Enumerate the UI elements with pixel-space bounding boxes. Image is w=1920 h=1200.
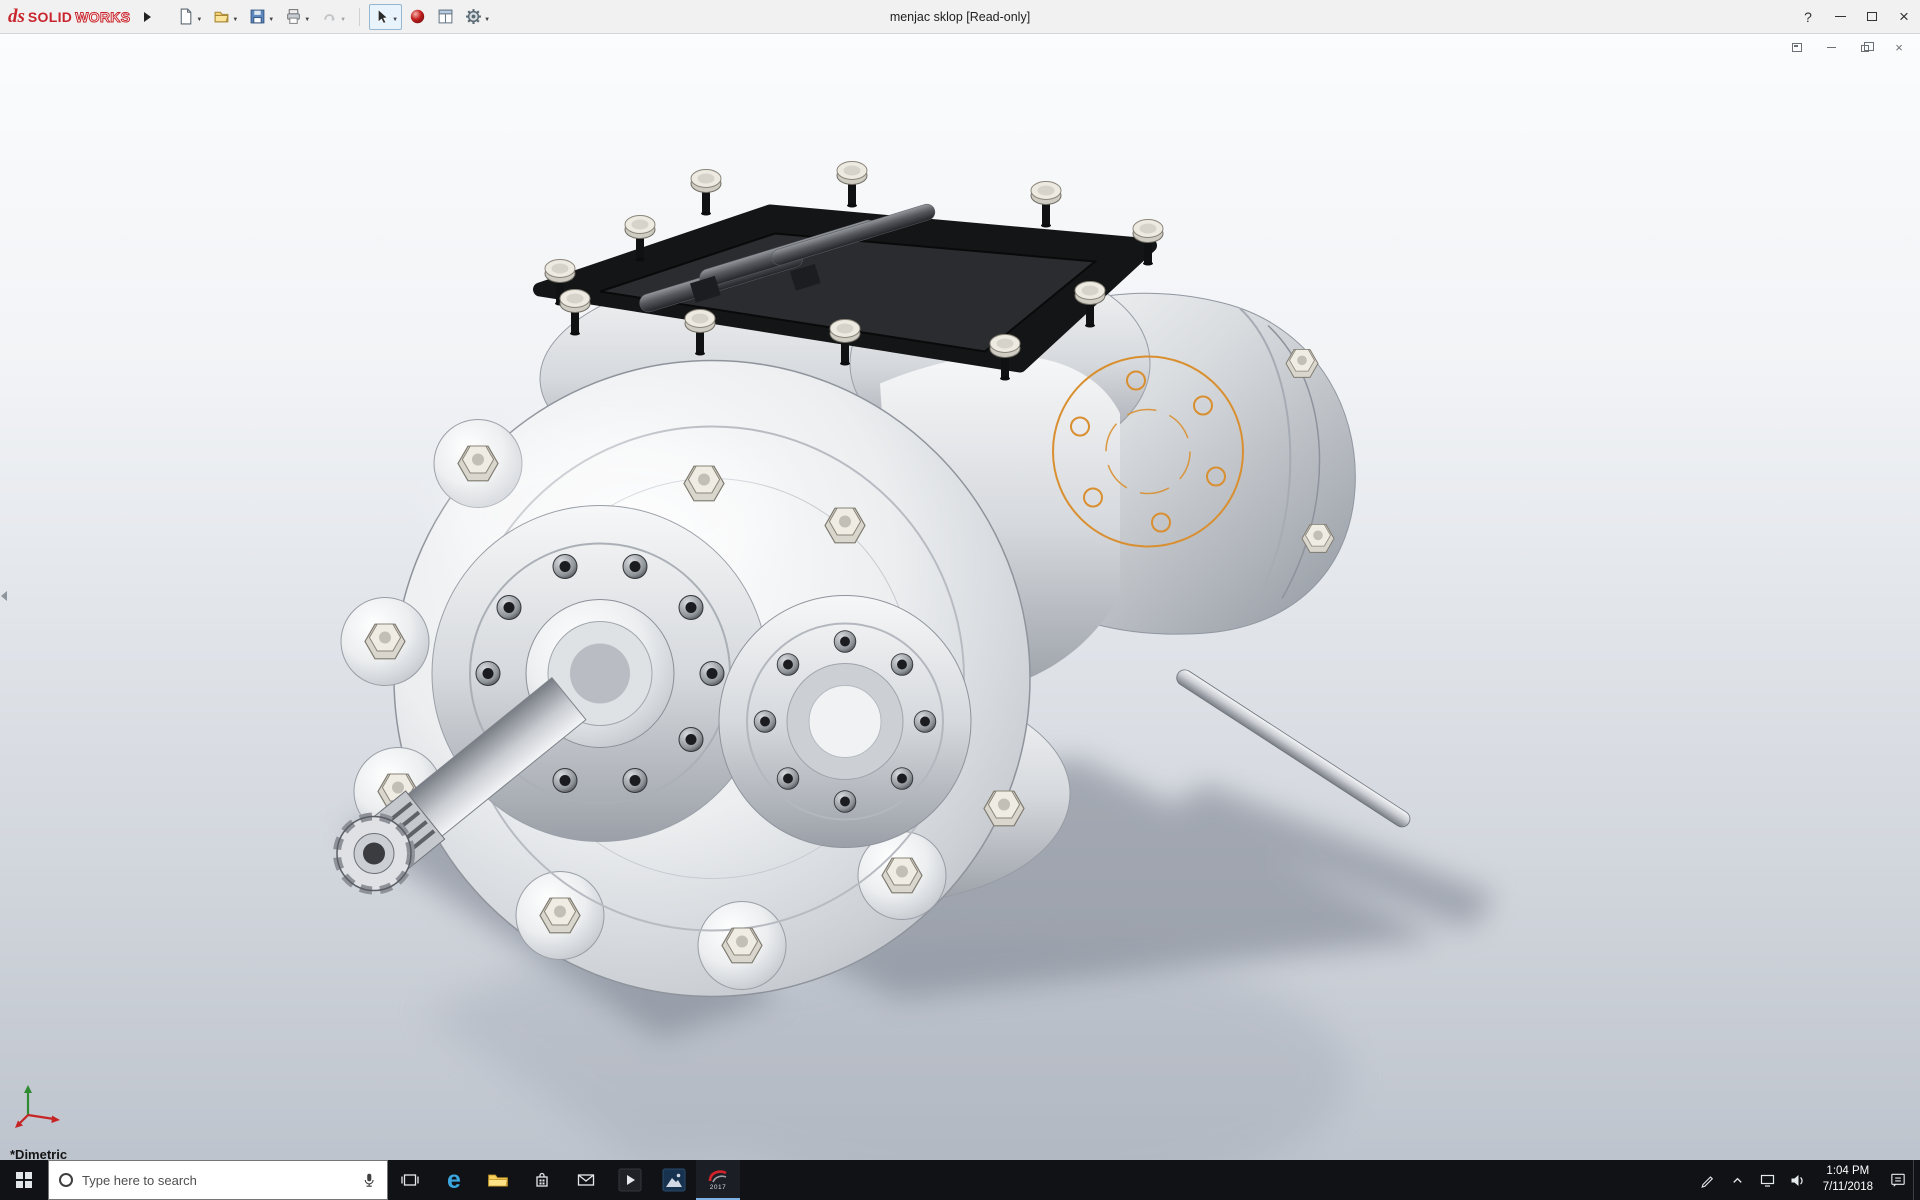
help-button[interactable]: ?: [1792, 0, 1824, 33]
chevron-up-icon: [1730, 1173, 1745, 1188]
volume-icon: [1789, 1172, 1806, 1189]
gearbox-model-render[interactable]: [0, 34, 1920, 1160]
task-view-icon: [400, 1170, 420, 1190]
mail-button[interactable]: [564, 1160, 608, 1200]
clock[interactable]: 1:04 PM 7/11/2018: [1813, 1160, 1883, 1200]
display-pane-icon: [437, 8, 454, 25]
solidworks-app-button[interactable]: 2017: [696, 1160, 740, 1200]
float-window-icon: [1792, 43, 1802, 52]
dropdown-caret-icon[interactable]: ▼: [340, 17, 346, 23]
model-reflection: [420, 944, 1350, 1161]
movies-tv-button[interactable]: [608, 1160, 652, 1200]
dropdown-caret-icon[interactable]: ▼: [484, 17, 490, 23]
taskbar-search[interactable]: [48, 1160, 388, 1200]
front-flange[interactable]: [341, 361, 1030, 997]
edge-button[interactable]: e: [432, 1160, 476, 1200]
panel-expand-arrow[interactable]: [1, 591, 7, 601]
flyout-arrow-icon: [144, 12, 151, 22]
solidworks-version-label: 2017: [710, 1185, 726, 1192]
dropdown-caret-icon[interactable]: ▼: [268, 17, 274, 23]
mail-icon: [576, 1170, 596, 1190]
open-button[interactable]: ▼: [209, 4, 242, 30]
options-button[interactable]: ▼: [461, 4, 494, 30]
save-icon: [249, 8, 266, 25]
windows-ink-button[interactable]: [1693, 1160, 1723, 1200]
show-desktop-button[interactable]: [1913, 1160, 1920, 1200]
quick-access-toolbar: ▼ ▼ ▼ ▼ ▼ ▼: [173, 4, 494, 30]
undo-button[interactable]: ▼: [317, 4, 350, 30]
store-icon: [532, 1170, 552, 1190]
view-orientation-label: *Dimetric: [10, 1147, 67, 1160]
file-explorer-icon: [487, 1170, 509, 1190]
appearance-sphere-icon: [409, 8, 426, 25]
solidworks-window: ds SOLIDWORKS ▼ ▼ ▼ ▼ ▼: [0, 0, 1920, 1200]
display-pane-button[interactable]: [433, 4, 458, 30]
new-document-button[interactable]: ▼: [173, 4, 206, 30]
maximize-icon: [1867, 12, 1877, 21]
graphics-area[interactable]: × *Dimetric: [0, 34, 1920, 1160]
store-button[interactable]: [520, 1160, 564, 1200]
action-center-icon: [1889, 1171, 1907, 1189]
close-button[interactable]: ×: [1888, 0, 1920, 33]
titlebar: ds SOLIDWORKS ▼ ▼ ▼ ▼ ▼: [0, 0, 1920, 34]
select-cursor-icon: [373, 8, 390, 25]
minimize-icon: [1835, 16, 1846, 17]
document-window-controls: ×: [1788, 39, 1908, 55]
network-icon: [1759, 1172, 1776, 1189]
network-button[interactable]: [1753, 1160, 1783, 1200]
toolbar-separator: [359, 8, 360, 26]
save-button[interactable]: ▼: [245, 4, 278, 30]
windows-taskbar: e 2017: [0, 1160, 1920, 1200]
dropdown-caret-icon[interactable]: ▼: [196, 17, 202, 23]
task-view-button[interactable]: [388, 1160, 432, 1200]
tray-date: 7/11/2018: [1823, 1180, 1873, 1196]
photos-button[interactable]: [652, 1160, 696, 1200]
options-gear-icon: [465, 8, 482, 25]
triad-axes-icon: [14, 1077, 66, 1129]
float-window-button[interactable]: [1788, 39, 1806, 55]
document-close-button[interactable]: ×: [1890, 39, 1908, 55]
print-button[interactable]: ▼: [281, 4, 314, 30]
maximize-button[interactable]: [1856, 0, 1888, 33]
volume-button[interactable]: [1783, 1160, 1813, 1200]
search-input[interactable]: [82, 1173, 352, 1188]
windows-logo-icon: [16, 1172, 32, 1188]
start-button[interactable]: [0, 1160, 48, 1200]
logo-text-works: WORKS: [75, 9, 130, 25]
hidden-icons-button[interactable]: [1723, 1160, 1753, 1200]
orientation-triad: [14, 1077, 66, 1134]
document-restore-button[interactable]: [1856, 39, 1874, 55]
movies-tv-icon: [618, 1168, 642, 1192]
tray-time: 1:04 PM: [1826, 1164, 1869, 1180]
minimize-button[interactable]: [1824, 0, 1856, 33]
window-controls: ? ×: [1792, 0, 1920, 33]
undo-icon: [321, 8, 338, 25]
dropdown-caret-icon[interactable]: ▼: [232, 17, 238, 23]
document-minimize-icon: [1827, 47, 1836, 48]
logo-text-solid: SOLID: [28, 9, 72, 25]
pen-icon: [1699, 1172, 1716, 1189]
action-center-button[interactable]: [1883, 1160, 1913, 1200]
photos-icon: [662, 1168, 686, 1192]
select-tool-button[interactable]: ▼: [369, 4, 402, 30]
document-title: menjac sklop [Read-only]: [890, 10, 1030, 24]
edge-icon: e: [447, 1168, 461, 1193]
document-minimize-button[interactable]: [1822, 39, 1840, 55]
appearance-button[interactable]: [405, 4, 430, 30]
file-explorer-button[interactable]: [476, 1160, 520, 1200]
cortana-search-icon: [59, 1173, 73, 1187]
system-tray: 1:04 PM 7/11/2018: [1693, 1160, 1920, 1200]
open-folder-icon: [213, 8, 230, 25]
dropdown-caret-icon[interactable]: ▼: [392, 17, 398, 23]
solidworks-logo: ds SOLIDWORKS: [8, 6, 130, 28]
dassault-logo-icon: ds: [8, 6, 25, 28]
print-icon: [285, 8, 302, 25]
microphone-icon[interactable]: [361, 1171, 377, 1189]
dropdown-caret-icon[interactable]: ▼: [304, 17, 310, 23]
menu-flyout-arrow[interactable]: [144, 12, 151, 22]
document-restore-icon: [1861, 45, 1869, 52]
new-document-icon: [177, 8, 194, 25]
solidworks-app-icon: [707, 1168, 729, 1184]
